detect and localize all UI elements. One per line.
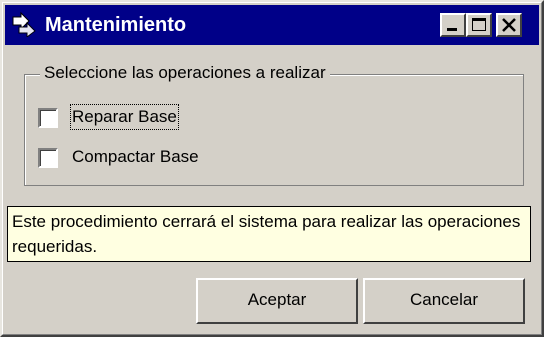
minimize-button[interactable] — [440, 13, 466, 37]
accept-button[interactable]: Aceptar — [196, 278, 358, 324]
maintenance-dialog: Mantenimiento Seleccione las operaciones… — [0, 0, 544, 337]
maximize-icon — [472, 18, 486, 31]
operations-group — [24, 74, 524, 186]
compact-database-label[interactable]: Compactar Base — [72, 146, 199, 168]
operations-group-legend: Seleccione las operaciones a realizar — [40, 62, 330, 84]
close-icon — [502, 18, 516, 32]
repair-database-checkbox[interactable] — [38, 108, 58, 128]
repair-database-label[interactable]: Reparar Base — [70, 104, 179, 130]
compact-database-checkbox[interactable] — [38, 148, 58, 168]
minimize-icon — [447, 28, 457, 31]
arrow-icon — [12, 11, 36, 37]
cancel-button[interactable]: Cancelar — [363, 278, 525, 324]
window-title: Mantenimiento — [45, 14, 187, 36]
maximize-button[interactable] — [466, 13, 492, 37]
info-message: Este procedimiento cerrará el sistema pa… — [7, 206, 531, 262]
close-button[interactable] — [496, 13, 522, 37]
title-bar[interactable]: Mantenimiento — [5, 5, 539, 45]
